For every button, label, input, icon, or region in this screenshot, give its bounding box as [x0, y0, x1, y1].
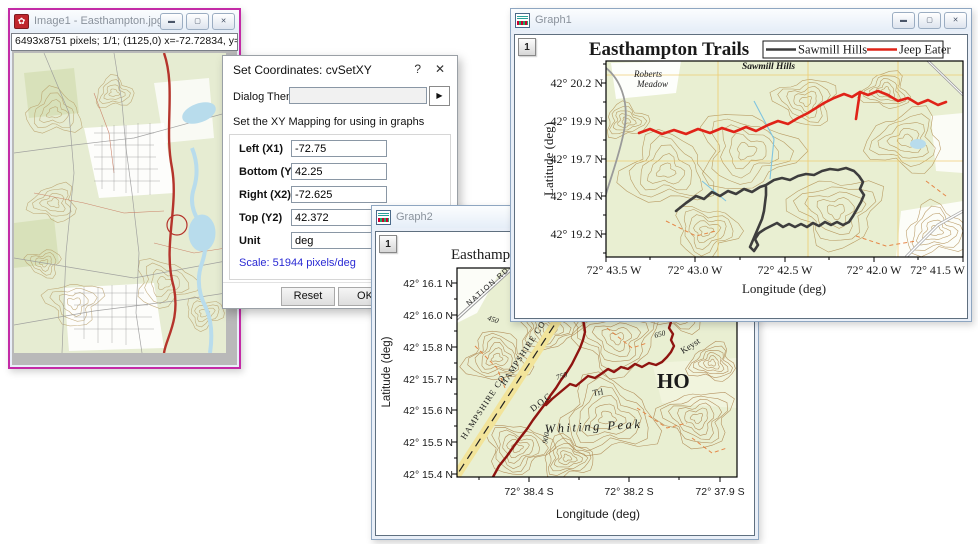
graph1-title: Graph1	[535, 14, 892, 26]
g2-ytick-1: 42° 16.0 N	[403, 310, 453, 322]
g1-ytick-4: 42° 19.2 N	[551, 227, 604, 241]
g1-ytick-2: 42° 19.7 N	[551, 152, 604, 166]
maximize-icon[interactable]: ▢	[186, 13, 209, 30]
image-window: ✿ Image1 - Easthampton.jpg ▬ ▢ ✕ 6493x87…	[8, 8, 241, 369]
graph1-plot: Easthampton Trails Sawmill Hills Jeep Ea…	[515, 35, 967, 316]
g2-ylabel: Latitude (deg)	[381, 336, 393, 407]
g1-xtick-3: 72° 42.0 W	[847, 263, 903, 277]
g1-ytick-1: 42° 19.9 N	[551, 114, 604, 128]
minimize-icon[interactable]: ▬	[892, 12, 915, 29]
legend-label-sawmill: Sawmill Hills	[798, 43, 867, 57]
graph1-chart-title: Easthampton Trails	[589, 39, 749, 60]
graph-icon	[515, 13, 530, 28]
field-label-left-x1: Left (X1)	[239, 143, 283, 155]
map-label-roberts-2: Meadow	[636, 79, 668, 89]
g1-ytick-0: 42° 20.2 N	[551, 76, 604, 90]
map-label-sawmill-hills: Sawmill Hills	[742, 62, 795, 72]
scale-readout: Scale: 51944 pixels/deg	[239, 257, 356, 269]
g2-ytick-4: 42° 15.6 N	[403, 405, 453, 417]
legend-label-jeep: Jeep Eater	[899, 43, 952, 57]
g2-ytick-0: 42° 16.1 N	[403, 278, 453, 290]
right-x2-input[interactable]	[291, 186, 387, 203]
help-icon[interactable]: ?	[414, 62, 421, 76]
graph2-page-tab[interactable]: 1	[379, 235, 397, 253]
graph1-page-tab[interactable]: 1	[518, 38, 536, 56]
map-label-roberts-1: Roberts	[633, 69, 662, 79]
theme-flyout-button[interactable]: ▶	[429, 86, 450, 106]
g1-xtick-4: 72° 41.5 W	[910, 263, 966, 277]
close-icon[interactable]: ✕	[435, 62, 445, 76]
g2-ytick-2: 42° 15.8 N	[403, 342, 453, 354]
close-icon[interactable]: ✕	[212, 13, 235, 30]
g1-ylabel: Latitude (deg)	[541, 122, 556, 196]
image-window-title: Image1 - Easthampton.jpg	[34, 15, 160, 27]
field-label-unit: Unit	[239, 235, 260, 247]
legend: Sawmill Hills Jeep Eater	[763, 41, 952, 58]
g2-ytick-6: 42° 15.4 N	[403, 469, 453, 481]
close-icon[interactable]: ✕	[944, 12, 967, 29]
g2-xlabel: Longitude (deg)	[556, 507, 640, 521]
g2-xtick-1: 72° 38.2 S	[604, 486, 653, 498]
g2-ytick-5: 42° 15.5 N	[403, 437, 453, 449]
field-label-right-x2: Right (X2)	[239, 189, 291, 201]
dialog-theme-input[interactable]	[289, 87, 427, 104]
image-canvas[interactable]	[12, 51, 237, 365]
image-window-icon: ✿	[14, 14, 29, 29]
map-label-town: HO	[657, 369, 690, 393]
left-x1-input[interactable]	[291, 140, 387, 157]
map-label-trl: Trl	[592, 387, 604, 398]
graph-icon	[376, 210, 391, 225]
image-status-bar: 6493x8751 pixels; 1/1; (1125,0) x=-72.72…	[11, 33, 238, 51]
dialog-title: Set Coordinates: cvSetXY	[233, 63, 372, 77]
g1-xlabel: Longitude (deg)	[742, 281, 826, 296]
g1-xtick-0: 72° 43.5 W	[587, 263, 643, 277]
desktop: { "glyphs":{"minimize":"▬","maximize":"▢…	[0, 0, 978, 544]
g1-ytick-3: 42° 19.4 N	[551, 189, 604, 203]
image-window-titlebar[interactable]: ✿ Image1 - Easthampton.jpg ▬ ▢ ✕	[10, 10, 239, 32]
g2-xtick-0: 72° 38.4 S	[504, 486, 553, 498]
dialog-description: Set the XY Mapping for using in graphs	[233, 116, 424, 128]
g2-ytick-3: 42° 15.7 N	[403, 374, 453, 386]
g1-xtick-2: 72° 42.5 W	[758, 263, 814, 277]
maximize-icon[interactable]: ▢	[918, 12, 941, 29]
bottom-y1-input[interactable]	[291, 163, 387, 180]
graph1-page: 1 Easthampton Trails Sawmill Hills Jeep …	[514, 34, 968, 319]
g1-xtick-1: 72° 43.0 W	[668, 263, 724, 277]
graph1-window: Graph1 ▬ ▢ ✕ 1 Easthampton Trails Sawmil…	[510, 8, 972, 322]
graph1-titlebar[interactable]: Graph1 ▬ ▢ ✕	[511, 9, 971, 31]
g2-xtick-2: 72° 37.9 S	[695, 486, 744, 498]
topo-map-image	[14, 53, 226, 353]
field-label-top-y2: Top (Y2)	[239, 212, 282, 224]
reset-button[interactable]: Reset	[281, 287, 335, 306]
minimize-icon[interactable]: ▬	[160, 13, 183, 30]
